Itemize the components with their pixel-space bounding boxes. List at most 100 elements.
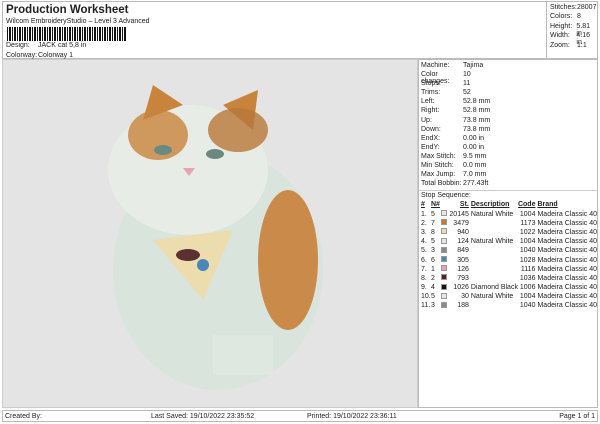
table-row: 7. 1 126 1116 Madeira Classic 40: [421, 265, 597, 274]
code: 1006: [519, 284, 536, 292]
description: [471, 228, 518, 237]
stitches: 188: [457, 302, 469, 310]
stitches: 126: [457, 265, 469, 273]
table-row: 6. 6 305 1028 Madeira Classic 40: [421, 255, 597, 264]
needle: 5: [430, 238, 435, 246]
table-row: 1. 5 20145 Natural White 1004 Madeira Classic…: [421, 210, 597, 219]
machine-label: Max Stitch:: [421, 152, 456, 160]
table-row: 4. 5 124 Natural White 1004 Madeira Classic 4…: [421, 237, 597, 246]
machine-value: 0.0 mm: [463, 162, 487, 170]
stitches: 30: [461, 293, 469, 301]
stop-sequence-title: Stop Sequence:: [419, 190, 597, 200]
stitches: 305: [457, 256, 469, 264]
stat-value: 5.81 in: [576, 22, 591, 37]
machine-value: 7.0 mm: [463, 171, 487, 179]
machine-label: Down:: [421, 125, 441, 133]
table-row: 8. 2 793 1036 Madeira Classic 40: [421, 274, 597, 283]
color-swatch: [440, 237, 447, 244]
stitches: 20145: [449, 210, 469, 218]
table-row: 10. 5 30 Natural White 1004 Madeira Classic 4…: [421, 292, 597, 301]
row-index: 10.: [421, 293, 431, 301]
stat-row: Stitches: 28007: [550, 4, 597, 13]
needle: 4: [430, 284, 435, 292]
code: 1040: [519, 247, 536, 255]
row-index: 9.: [421, 284, 427, 292]
machine-value: 73.8 mm: [463, 116, 491, 124]
stat-label: Height:: [550, 22, 573, 30]
color-swatch: [440, 292, 447, 299]
stitches: 124: [457, 238, 469, 246]
color-swatch: [440, 219, 447, 226]
row-index: 7.: [421, 265, 427, 273]
code: 1022: [519, 228, 536, 236]
color-swatch: [440, 301, 447, 308]
machine-value: 73.8 mm: [463, 125, 491, 133]
row-index: 6.: [421, 256, 427, 264]
stitches: 940: [457, 228, 469, 236]
table-row: 3. 8 940 1022 Madeira Classic 40: [421, 228, 597, 237]
col-brand: Brand: [537, 201, 558, 209]
code: 1116: [520, 265, 536, 273]
software-name: Wilcom EmbroideryStudio – Level 3 Advanc…: [6, 18, 150, 25]
brand: Madeira Classic 40: [537, 247, 597, 255]
stitches: 849: [457, 247, 469, 255]
stat-value: 8: [577, 13, 581, 21]
machine-row: Up: 73.8 mm: [419, 117, 597, 126]
col-needle: N#: [430, 201, 440, 209]
page-number: Page 1 of 1: [559, 412, 595, 420]
brand: Madeira Classic 40: [537, 284, 597, 292]
machine-value: 11: [463, 80, 471, 88]
machine-label: Max Jump:: [421, 171, 456, 179]
stat-value: 28007: [577, 4, 597, 11]
needle: 5: [430, 210, 435, 218]
description: [471, 265, 518, 274]
stat-row: Width: 4.16 in: [550, 32, 597, 47]
stat-value: 1:1: [577, 41, 587, 49]
description: Natural White: [470, 238, 514, 246]
machine-label: EndY:: [421, 143, 440, 151]
needle: 1: [430, 265, 435, 273]
color-swatch: [440, 210, 447, 217]
stat-value: 4.16 in: [576, 32, 591, 47]
machine-label: Total Bobbin:: [421, 180, 462, 188]
footer: Created By: Last Saved: 19/10/2022 23:35…: [2, 410, 598, 422]
description: [471, 301, 518, 310]
machine-row: Stops: 11: [419, 80, 597, 89]
machine-label: Up:: [421, 116, 432, 124]
design-preview: [2, 59, 418, 408]
brand: Madeira Classic 40: [537, 210, 597, 218]
colorway-value: Colorway 1: [38, 52, 74, 59]
description: [471, 274, 518, 283]
row-index: 3.: [421, 228, 427, 236]
row-index: 4.: [421, 238, 427, 246]
machine-row: Total Bobbin: 277.43ft: [419, 180, 597, 189]
needle: 8: [430, 228, 435, 236]
color-swatch: [440, 256, 447, 263]
machine-label: Trims:: [421, 89, 441, 97]
row-index: 8.: [421, 274, 427, 282]
machine-label: EndX:: [421, 134, 441, 142]
machine-value: 52.8 mm: [463, 107, 491, 115]
machine-row: Left: 52.8 mm: [419, 98, 597, 107]
machine-value: 10: [463, 71, 471, 79]
brand: Madeira Classic 40: [537, 265, 597, 273]
machine-row: Max Stitch: 9.5 mm: [419, 153, 597, 162]
col-stitches: St.: [459, 201, 469, 209]
stitches: 1026: [453, 284, 469, 292]
machine-value: Tajima: [463, 62, 484, 69]
stop-sequence-table: # N# St. Description Code Brand 1. 5 20145…: [421, 200, 597, 310]
row-index: 11.: [421, 302, 431, 310]
machine-label: Min Stitch:: [421, 162, 454, 170]
row-index: 5.: [421, 247, 427, 255]
machine-row: Machine: Tajima: [419, 62, 597, 71]
machine-value: 52: [463, 89, 471, 97]
machine-row: Color changes: 10: [419, 71, 597, 85]
needle: 7: [430, 219, 435, 227]
brand: Madeira Classic 40: [537, 219, 597, 227]
design-value: JACK cat 5,8 in: [38, 42, 87, 49]
stat-label: Width:: [550, 32, 570, 40]
stitches: 793: [457, 274, 469, 282]
machine-value: 9.5 mm: [463, 152, 487, 160]
description: [471, 219, 518, 228]
barcode: [7, 27, 127, 41]
